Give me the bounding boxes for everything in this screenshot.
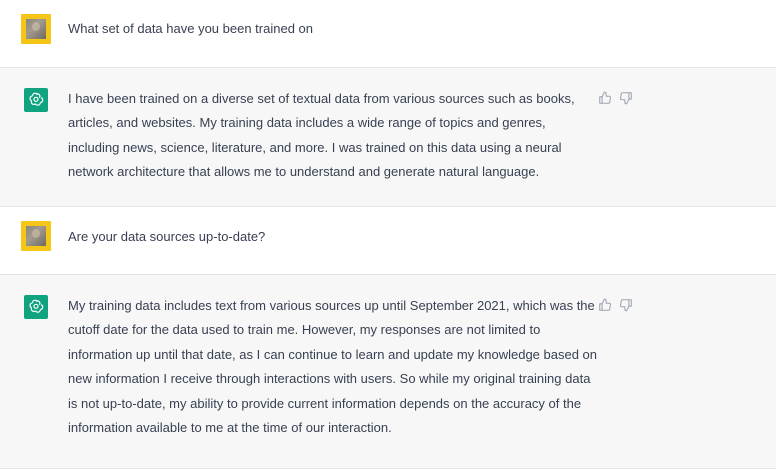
user-message: What set of data have you been trained o… — [0, 0, 776, 68]
assistant-message-text: My training data includes text from vari… — [68, 298, 598, 436]
user-avatar — [21, 14, 51, 44]
user-message-text: Are your data sources up-to-date? — [68, 229, 266, 244]
assistant-message-text: I have been trained on a diverse set of … — [68, 91, 575, 180]
user-avatar — [21, 221, 51, 251]
feedback-buttons — [598, 91, 634, 106]
thumbs-up-icon[interactable] — [598, 91, 613, 106]
openai-logo-icon — [24, 295, 48, 319]
user-photo — [26, 226, 46, 246]
user-message-text: What set of data have you been trained o… — [68, 21, 314, 36]
assistant-message: I have been trained on a diverse set of … — [0, 68, 776, 207]
thumbs-down-icon[interactable] — [619, 298, 634, 313]
thumbs-up-icon[interactable] — [598, 298, 613, 313]
user-photo — [26, 19, 46, 39]
user-message: Are your data sources up-to-date? — [0, 207, 776, 275]
feedback-buttons — [598, 298, 634, 313]
assistant-message: My training data includes text from vari… — [0, 275, 776, 469]
conversation-thread: What set of data have you been trained o… — [0, 0, 776, 469]
openai-logo-icon — [24, 88, 48, 112]
thumbs-down-icon[interactable] — [619, 91, 634, 106]
